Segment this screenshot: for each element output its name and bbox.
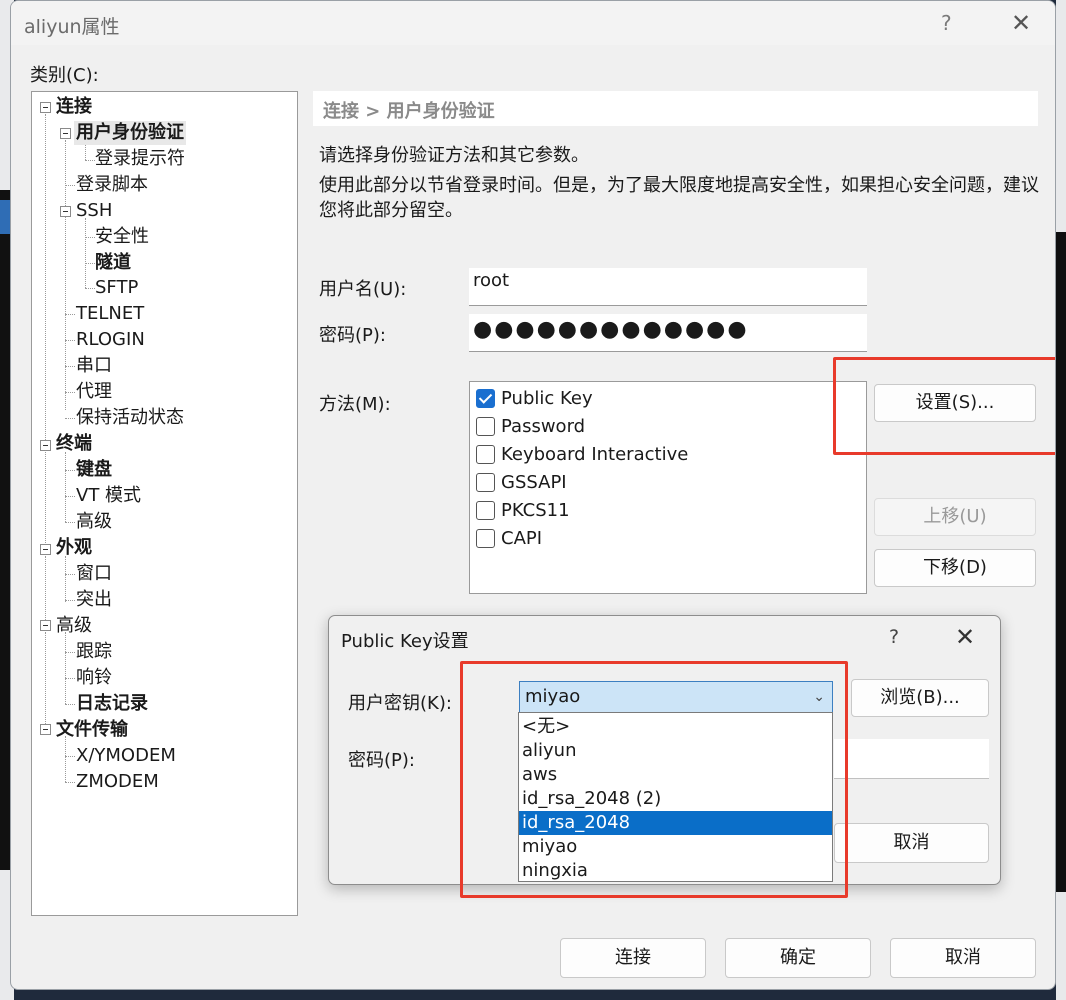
window-title: aliyun属性 [24, 16, 120, 38]
checkbox-checked-icon[interactable] [476, 389, 495, 408]
collapse-icon[interactable] [40, 620, 51, 631]
collapse-icon[interactable] [40, 102, 51, 113]
checkbox-icon[interactable] [476, 473, 495, 492]
tree-item-rlogin[interactable]: RLOGIN [76, 328, 145, 352]
tree-item-terminal[interactable]: 终端 [56, 432, 92, 456]
method-label-public-key: Public Key [501, 388, 593, 409]
method-label: 方法(M): [319, 394, 391, 415]
collapse-icon[interactable] [40, 724, 51, 735]
tree-item-keyboard[interactable]: 键盘 [76, 458, 112, 482]
description-text: 请选择身份验证方法和其它参数。 [319, 145, 589, 166]
checkbox-icon[interactable] [476, 417, 495, 436]
breadcrumb-bar: 连接 > 用户身份验证 [313, 91, 1038, 126]
checkbox-icon[interactable] [476, 501, 495, 520]
tree-item-bell[interactable]: 响铃 [76, 666, 112, 690]
tree-item-serial[interactable]: 串口 [76, 354, 112, 378]
tree-item-zmodem[interactable]: ZMODEM [76, 770, 159, 794]
background-terminal-right [1056, 232, 1066, 892]
tree-item-window[interactable]: 窗口 [76, 562, 112, 586]
category-tree[interactable]: 连接 用户身份验证 登录提示符 登录脚本 SSH 安全性 隧道 SFTP TEL… [31, 91, 298, 916]
tree-item-connection[interactable]: 连接 [56, 95, 92, 119]
tree-item-highlight[interactable]: 突出 [76, 588, 112, 612]
collapse-icon[interactable] [60, 128, 71, 139]
tree-item-appearance[interactable]: 外观 [56, 536, 92, 560]
tree-item-terminal-advanced[interactable]: 高级 [76, 510, 112, 534]
collapse-icon[interactable] [40, 544, 51, 555]
tree-item-sftp[interactable]: SFTP [95, 276, 138, 300]
tree-item-xymodem[interactable]: X/YMODEM [76, 744, 176, 768]
tree-item-vt-mode[interactable]: VT 模式 [76, 484, 141, 508]
password-input[interactable]: ●●●●●●●●●●●●● [469, 314, 867, 352]
collapse-icon[interactable] [40, 440, 51, 451]
tree-item-trace[interactable]: 跟踪 [76, 640, 112, 664]
tree-item-ssh[interactable]: SSH [76, 199, 112, 223]
auth-method-list[interactable]: Public Key Password Keyboard Interactive… [469, 381, 867, 594]
tree-item-tunnel[interactable]: 隧道 [95, 251, 131, 275]
user-key-label: 用户密钥(K): [348, 693, 452, 714]
public-key-dialog-title: Public Key设置 [341, 631, 469, 652]
tree-item-login-script[interactable]: 登录脚本 [76, 173, 148, 197]
method-label-capi: CAPI [501, 528, 543, 549]
tree-item-logging[interactable]: 日志记录 [76, 692, 148, 716]
connect-button[interactable]: 连接 [560, 938, 706, 978]
key-password-input[interactable] [834, 739, 989, 779]
tree-item-keep-alive[interactable]: 保持活动状态 [76, 406, 184, 430]
description-hint: 使用此部分以节省登录时间。但是，为了最大限度地提高安全性，如果担心安全问题，建议… [319, 175, 1039, 221]
pubkey-cancel-button[interactable]: 取消 [834, 823, 989, 863]
browse-button[interactable]: 浏览(B)... [851, 679, 989, 717]
tree-item-telnet[interactable]: TELNET [76, 302, 144, 326]
cancel-button[interactable]: 取消 [890, 938, 1036, 978]
method-label-pkcs11: PKCS11 [501, 500, 570, 521]
tree-item-advanced[interactable]: 高级 [56, 614, 92, 638]
breadcrumb: 连接 > 用户身份验证 [323, 101, 495, 122]
method-label-gssapi: GSSAPI [501, 472, 567, 493]
checkbox-icon[interactable] [476, 529, 495, 548]
move-up-button[interactable]: 上移(U) [874, 498, 1036, 536]
close-icon[interactable]: ✕ [1011, 9, 1031, 37]
method-label-keyboard-interactive: Keyboard Interactive [501, 444, 689, 465]
ok-button[interactable]: 确定 [725, 938, 871, 978]
key-password-label: 密码(P): [348, 750, 415, 771]
tree-item-file-transfer[interactable]: 文件传输 [56, 718, 128, 742]
close-icon[interactable]: ✕ [955, 623, 975, 651]
tree-item-security[interactable]: 安全性 [95, 225, 149, 249]
method-label-password: Password [501, 416, 586, 437]
tree-item-user-auth[interactable]: 用户身份验证 [74, 121, 186, 145]
title-bar[interactable]: aliyun属性 ? ✕ [11, 1, 1055, 45]
move-down-button[interactable]: 下移(D) [874, 549, 1036, 587]
highlight-box-user-key [460, 661, 848, 898]
tree-item-login-prompts[interactable]: 登录提示符 [95, 147, 185, 171]
help-icon[interactable]: ? [941, 11, 952, 35]
category-label: 类别(C): [30, 65, 99, 86]
username-input[interactable]: root [469, 268, 867, 306]
username-label: 用户名(U): [319, 279, 407, 300]
help-icon[interactable]: ? [889, 626, 899, 648]
password-label: 密码(P): [319, 325, 386, 346]
tree-item-proxy[interactable]: 代理 [76, 380, 112, 404]
collapse-icon[interactable] [60, 206, 71, 217]
checkbox-icon[interactable] [476, 445, 495, 464]
highlight-box-settings [833, 357, 1055, 455]
